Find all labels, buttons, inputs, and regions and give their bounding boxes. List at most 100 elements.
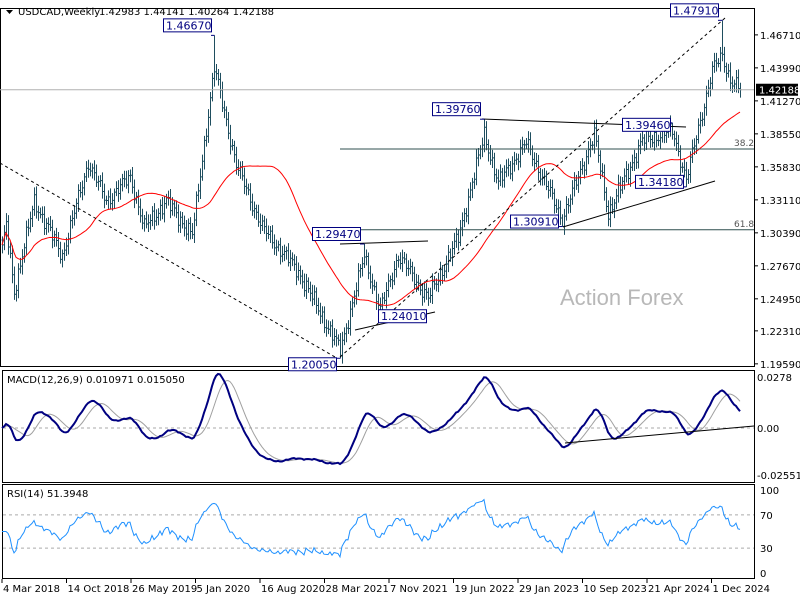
price-bar: [433, 275, 436, 290]
price-bar: [519, 139, 522, 168]
price-bar: [145, 211, 148, 229]
price-bar: [247, 183, 250, 196]
macd-series: [1, 372, 755, 466]
price-bar: [365, 249, 368, 266]
price-bar: [369, 265, 372, 289]
price-bar: [43, 206, 46, 235]
price-bar: [177, 204, 180, 233]
price-bar: [525, 137, 528, 150]
price-bar: [259, 213, 262, 234]
price-bar: [585, 149, 588, 176]
price-bar: [699, 111, 702, 134]
price-bar: [295, 256, 298, 286]
price-bar: [39, 207, 42, 219]
price-bar: [201, 154, 204, 181]
price-bar: [587, 141, 590, 165]
price-bar: [179, 211, 182, 233]
price-bar: [23, 243, 26, 263]
price-bar: [249, 183, 252, 211]
swing-label: 1.20050: [291, 358, 337, 371]
price-bar: [149, 214, 152, 230]
price-bar: [95, 164, 98, 187]
rsi-series: [2, 498, 754, 559]
price-bar: [405, 253, 408, 277]
price-bar: [507, 158, 510, 177]
price-bar: [357, 263, 360, 297]
price-bar: [523, 139, 526, 153]
price-bar: [111, 193, 114, 211]
price-bar: [495, 168, 498, 184]
date-tick-label: 14 Oct 2018: [68, 584, 130, 595]
price-bar: [555, 198, 558, 213]
price-bar: [133, 179, 136, 209]
price-bar: [97, 175, 100, 191]
price-bar: [407, 260, 410, 277]
swing-label: 1.39760: [435, 103, 481, 116]
price-bar: [165, 193, 168, 209]
price-bar: [307, 277, 310, 293]
price-bar: [729, 62, 732, 92]
price-bar: [153, 203, 156, 230]
price-tick-label: 1.46710: [760, 31, 800, 42]
price-bar: [705, 85, 708, 116]
price-bar: [291, 252, 294, 267]
swing-label: 1.34180: [638, 176, 684, 189]
price-bar: [351, 297, 354, 317]
price-bar: [103, 183, 106, 209]
price-bar: [109, 188, 112, 210]
price-bar: [363, 244, 366, 268]
price-bar: [91, 163, 94, 179]
price-tick-label: 1.22310: [760, 327, 800, 338]
price-bar: [25, 220, 28, 255]
price-bar: [395, 253, 398, 278]
price-bar: [727, 63, 730, 78]
price-bar: [283, 244, 286, 262]
price-bar: [513, 151, 516, 172]
price-bar: [125, 170, 128, 189]
price-bar: [121, 173, 124, 192]
price-bar: [711, 61, 714, 90]
price-bar: [277, 240, 280, 252]
price-bar: [115, 181, 118, 197]
price-bar: [325, 319, 328, 337]
price-bar: [151, 206, 154, 227]
price-bar: [457, 229, 460, 251]
price-bar: [129, 169, 132, 183]
price-bar: [497, 169, 500, 190]
price-bar: [61, 249, 64, 268]
price-bar: [679, 145, 682, 176]
price-bar: [237, 159, 240, 177]
price-bar: [551, 179, 554, 200]
price-bar: [605, 187, 608, 213]
symbol-title: USDCAD,Weekly: [18, 7, 100, 18]
price-bar: [89, 162, 92, 177]
price-bar: [203, 135, 206, 170]
price-bar: [389, 275, 392, 288]
price-bar: [675, 131, 678, 152]
price-bar: [419, 279, 422, 296]
price-bar: [367, 252, 370, 280]
collapse-triangle-icon[interactable]: [6, 10, 13, 14]
price-bar: [349, 300, 352, 336]
price-bar: [723, 46, 726, 73]
macd-panel: [2, 370, 755, 483]
price-bar: [275, 239, 278, 256]
price-bar: [163, 196, 166, 223]
price-bar: [687, 169, 690, 184]
price-bar: [627, 163, 630, 185]
price-bar: [75, 198, 78, 219]
price-bar: [343, 327, 346, 346]
price-bar: [183, 215, 186, 237]
price-bar: [421, 283, 424, 306]
price-bar: [639, 133, 642, 155]
price-bar: [19, 257, 22, 274]
price-bar: [159, 199, 162, 221]
price-bar: [15, 284, 18, 302]
rsi-tick-label: 70: [760, 511, 773, 522]
price-bar: [217, 68, 220, 86]
current-price-label: 1.42188: [759, 86, 800, 97]
price-bar: [353, 290, 356, 308]
price-bar: [683, 159, 686, 178]
price-bar: [319, 302, 322, 324]
price-bar: [637, 139, 640, 169]
